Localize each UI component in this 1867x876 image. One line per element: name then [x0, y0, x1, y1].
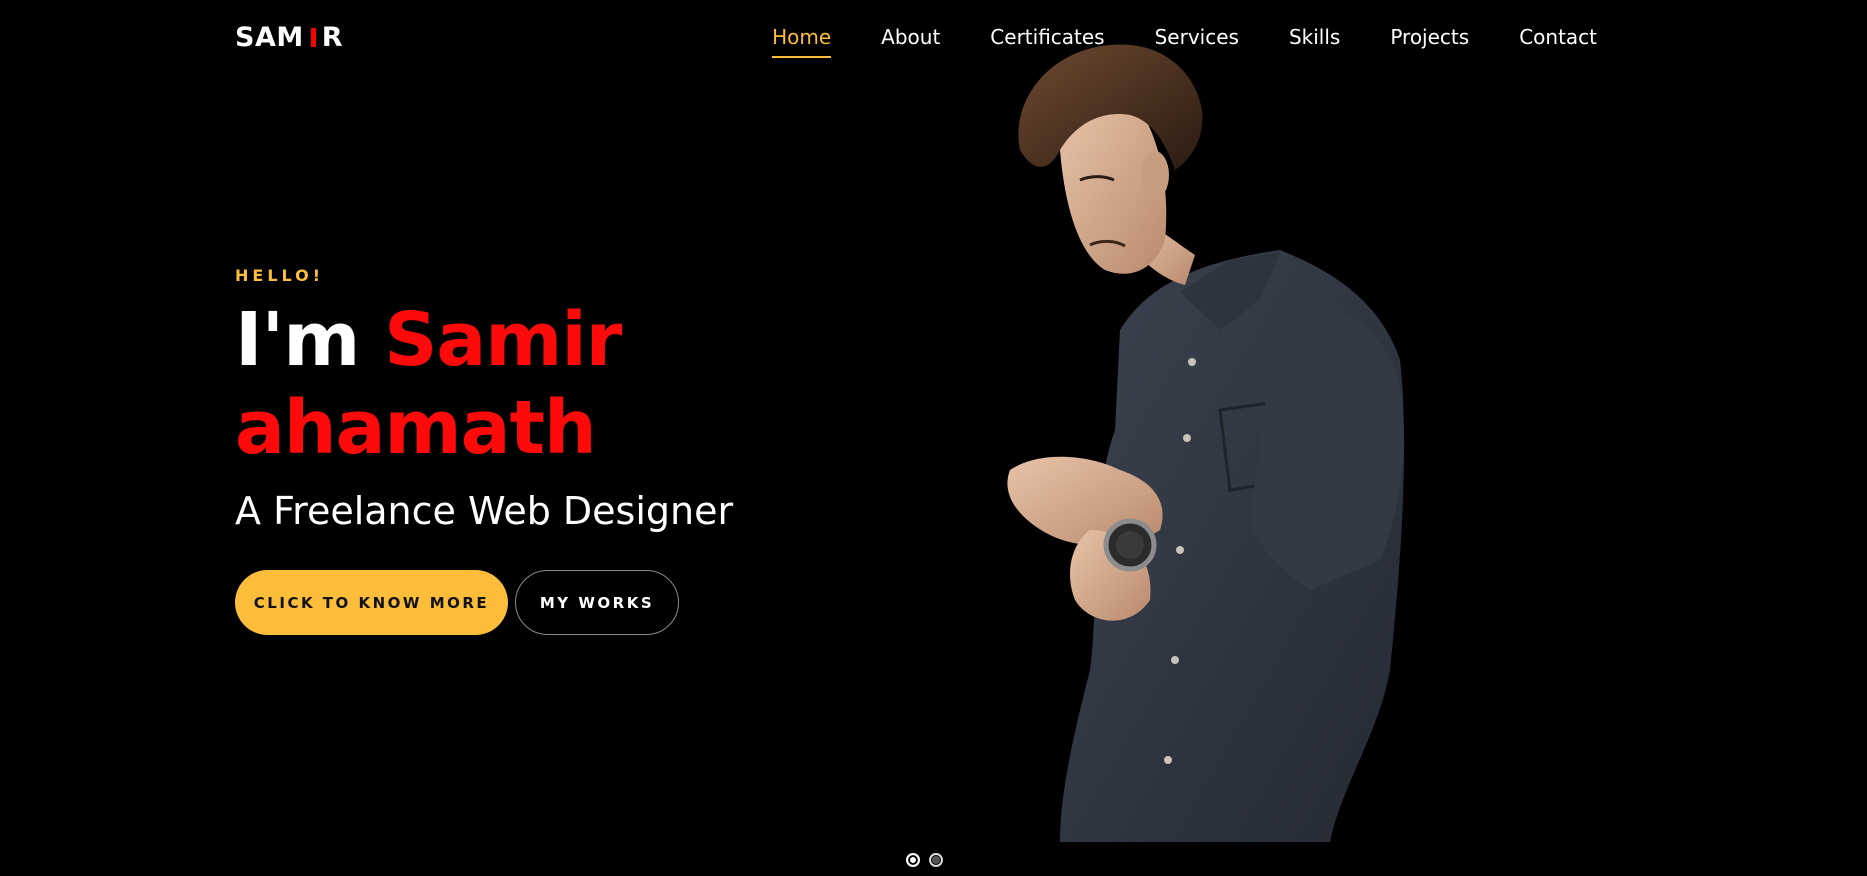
my-works-button[interactable]: MY WORKS	[515, 570, 679, 635]
nav-contact[interactable]: Contact	[1519, 22, 1597, 56]
brand-logo[interactable]: SAM R	[235, 22, 343, 54]
nav-home[interactable]: Home	[772, 22, 832, 58]
know-more-button[interactable]: CLICK TO KNOW MORE	[235, 570, 508, 635]
slider-dots	[906, 853, 943, 867]
hero-greeting: HELLO!	[235, 266, 325, 285]
hero-headline: I'm Samir ahamath	[235, 296, 622, 472]
hero-last-name: ahamath	[235, 385, 597, 471]
slider-dot-1[interactable]	[906, 853, 920, 867]
hero-first-name: Samir	[384, 297, 622, 383]
hero-portrait-image	[1007, 44, 1405, 842]
slider-dot-2[interactable]	[929, 853, 943, 867]
logo-red-bar	[310, 28, 316, 47]
logo-text-left: SAM	[235, 22, 304, 53]
nav-about[interactable]: About	[881, 22, 940, 56]
hero-intro: I'm	[235, 297, 360, 383]
home-page: SAM R Home About Certificates Services Sk…	[0, 0, 1867, 876]
logo-text-right: R	[321, 22, 344, 53]
hero-subtitle: A Freelance Web Designer	[235, 489, 734, 533]
